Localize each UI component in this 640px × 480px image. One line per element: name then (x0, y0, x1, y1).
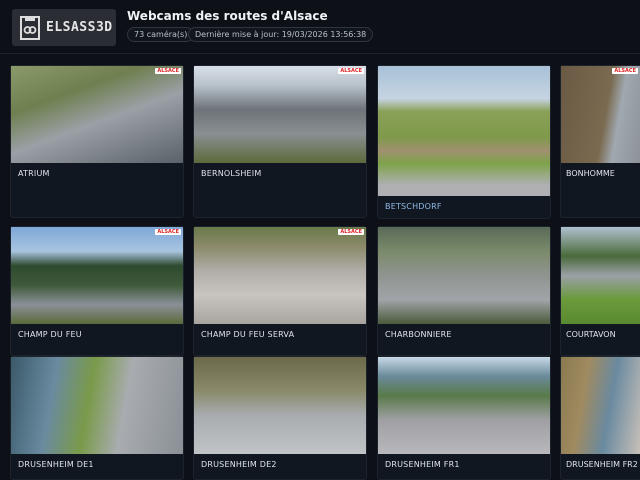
last-update-badge: Dernière mise à jour: 19/03/2026 13:56:3… (188, 27, 374, 42)
camera-name: CHARBONNIERE (385, 330, 452, 339)
camera-name: DRUSENHEIM FR1 (385, 460, 460, 469)
webcam-image[interactable]: ALSACE (194, 227, 366, 324)
alsace-logo-tag: ALSACE (338, 229, 364, 235)
alsace-logo-tag: ALSACE (612, 68, 638, 74)
camera-card[interactable]: ALSACE ATRIUM (10, 65, 184, 218)
camera-card[interactable]: COURTAVON (560, 226, 640, 356)
camera-card[interactable]: ALSACE CHAMP DU FEU SERVA (193, 226, 367, 356)
camera-card[interactable]: DRUSENHEIM DE1 (10, 356, 184, 480)
camera-name: DRUSENHEIM DE2 (201, 460, 277, 469)
camera-card[interactable]: CHARBONNIERE (377, 226, 551, 356)
webcam-image[interactable] (561, 227, 640, 324)
alsace-logo-tag: ALSACE (155, 229, 181, 235)
webcam-image[interactable]: ALSACE (11, 66, 183, 163)
camera-card[interactable]: DRUSENHEIM FR2 (560, 356, 640, 480)
webcam-image[interactable] (378, 357, 550, 454)
camera-name: BERNOLSHEIM (201, 169, 262, 178)
logo-text: ELSASS3D (46, 20, 113, 35)
header: ELSASS3D Webcams des routes d'Alsace 73 … (0, 0, 640, 54)
alsace-logo-tag: ALSACE (338, 68, 364, 74)
camera-name: DRUSENHEIM FR2 (566, 460, 638, 469)
webcam-image[interactable]: ALSACE (194, 66, 366, 163)
camera-name: CHAMP DU FEU (18, 330, 82, 339)
camera-name: BETSCHDORF (385, 202, 442, 211)
camera-name: ATRIUM (18, 169, 50, 178)
alsace-logo-tag: ALSACE (155, 68, 181, 74)
webcam-image[interactable] (378, 66, 550, 196)
webcam-image[interactable]: ALSACE (11, 227, 183, 324)
camera-count-badge: 73 caméra(s) (127, 27, 195, 42)
page-title: Webcams des routes d'Alsace (127, 9, 328, 23)
camera-name: BONHOMME (566, 169, 615, 178)
camera-card[interactable]: DRUSENHEIM FR1 (377, 356, 551, 480)
webcam-image[interactable] (11, 357, 183, 454)
camera-card[interactable]: ALSACE CHAMP DU FEU (10, 226, 184, 356)
camera-card[interactable]: ALSACE BONHOMME (560, 65, 640, 218)
webcam-image[interactable] (378, 227, 550, 324)
camera-card[interactable]: BETSCHDORF (377, 65, 551, 219)
camera-name: CHAMP DU FEU SERVA (201, 330, 295, 339)
webcam-image[interactable] (194, 357, 366, 454)
camera-name: DRUSENHEIM DE1 (18, 460, 94, 469)
logo[interactable]: ELSASS3D (12, 9, 116, 46)
webcam-image[interactable] (561, 357, 640, 454)
camera-card[interactable]: ALSACE BERNOLSHEIM (193, 65, 367, 218)
camera-card[interactable]: DRUSENHEIM DE2 (193, 356, 367, 480)
pretzel-printer-icon (20, 15, 40, 40)
webcam-image[interactable]: ALSACE (561, 66, 640, 163)
camera-name: COURTAVON (566, 330, 616, 339)
